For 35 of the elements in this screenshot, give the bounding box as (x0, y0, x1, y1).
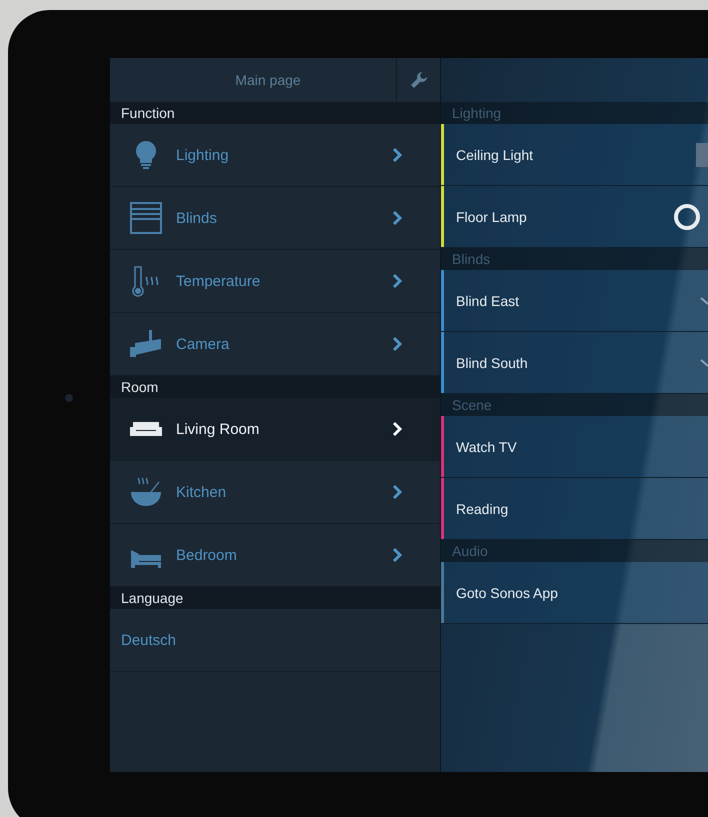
section-heading: Lighting (441, 102, 708, 124)
front-camera (65, 394, 73, 402)
chevron-right-icon (392, 421, 403, 437)
chevron-right-icon (392, 336, 403, 352)
toggle-knob[interactable] (674, 204, 700, 230)
chevron-right-icon (392, 273, 403, 289)
wrench-icon (410, 71, 428, 89)
device-row[interactable]: Ceiling Light (441, 124, 708, 186)
device-row[interactable]: Blind East (441, 270, 708, 332)
chevron-right-icon (392, 484, 403, 500)
chevron-right-icon (392, 147, 403, 163)
chevron-down-icon[interactable] (700, 358, 708, 368)
lightbulb-icon (135, 140, 157, 170)
device-row[interactable]: Watch TV (441, 416, 708, 478)
chevron-right-icon (392, 547, 403, 563)
slider-handle[interactable] (696, 142, 708, 166)
device-row[interactable]: Blind South (441, 332, 708, 394)
chevron-down-icon[interactable] (700, 296, 708, 306)
section-heading: Room (110, 376, 440, 398)
cooking-pot-icon (129, 476, 163, 508)
section-heading: Audio (441, 540, 708, 562)
blinds-icon (130, 202, 162, 234)
device-row[interactable]: Floor Lamp (441, 186, 708, 248)
page-title: Main page (234, 72, 302, 88)
menu-item[interactable]: Living Room (110, 398, 440, 461)
security-camera-icon (129, 329, 163, 359)
section-heading: Blinds (441, 248, 708, 270)
section-heading: Function (110, 102, 440, 124)
sofa-icon (129, 421, 163, 437)
section-heading: Language (110, 587, 440, 609)
thermometer-icon (131, 265, 161, 297)
chevron-right-icon (392, 210, 403, 226)
device-row[interactable]: Reading (441, 478, 708, 540)
device-row[interactable]: Goto Sonos App (441, 562, 708, 624)
section-heading: Scene (441, 394, 708, 416)
